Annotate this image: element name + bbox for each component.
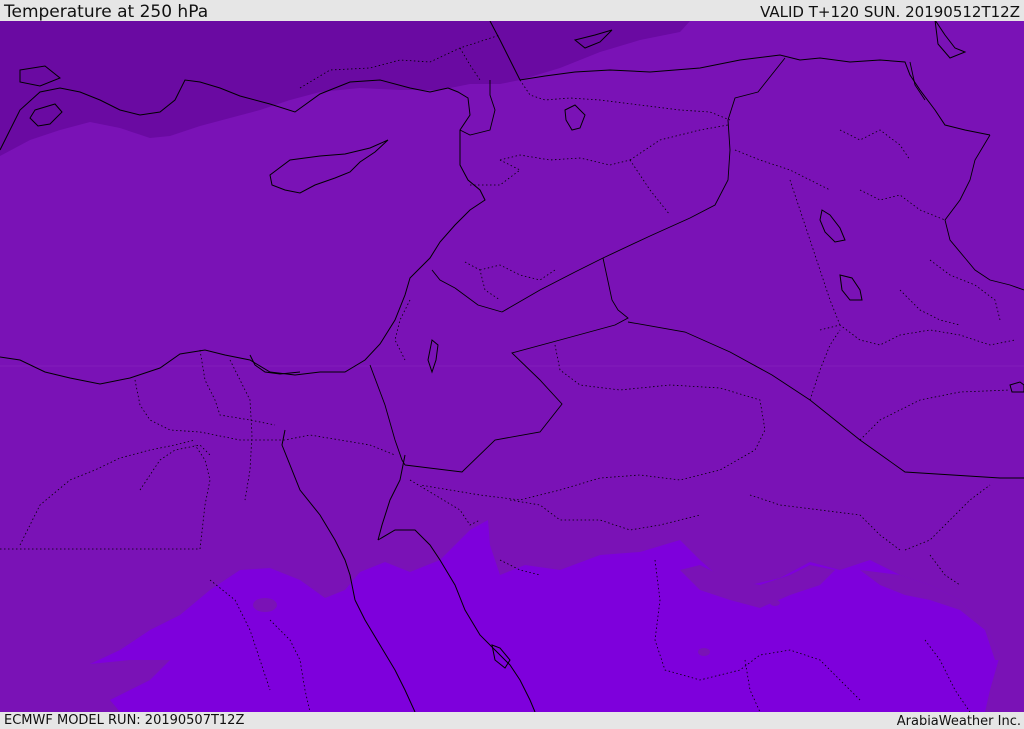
footer-bar: ECMWF MODEL RUN: 20190507T12Z ArabiaWeat…: [0, 712, 1024, 729]
temperature-band-mid-pocket-tiny-2: [770, 600, 780, 606]
credit-label: ArabiaWeather Inc.: [896, 714, 1021, 729]
header-bar: Temperature at 250 hPa VALID T+120 SUN. …: [0, 0, 1024, 21]
temperature-band-mid-pocket-tiny: [698, 648, 710, 656]
map-page: Temperature at 250 hPa VALID T+120 SUN. …: [0, 0, 1024, 729]
map-title: Temperature at 250 hPa: [4, 2, 209, 22]
map-svg: [0, 19, 1024, 713]
map-canvas: [0, 19, 1024, 713]
model-run-label: ECMWF MODEL RUN: 20190507T12Z: [4, 713, 245, 728]
valid-time-label: VALID T+120 SUN. 20190512T12Z: [760, 3, 1020, 21]
temperature-band-mid-pocket-small: [253, 598, 277, 612]
